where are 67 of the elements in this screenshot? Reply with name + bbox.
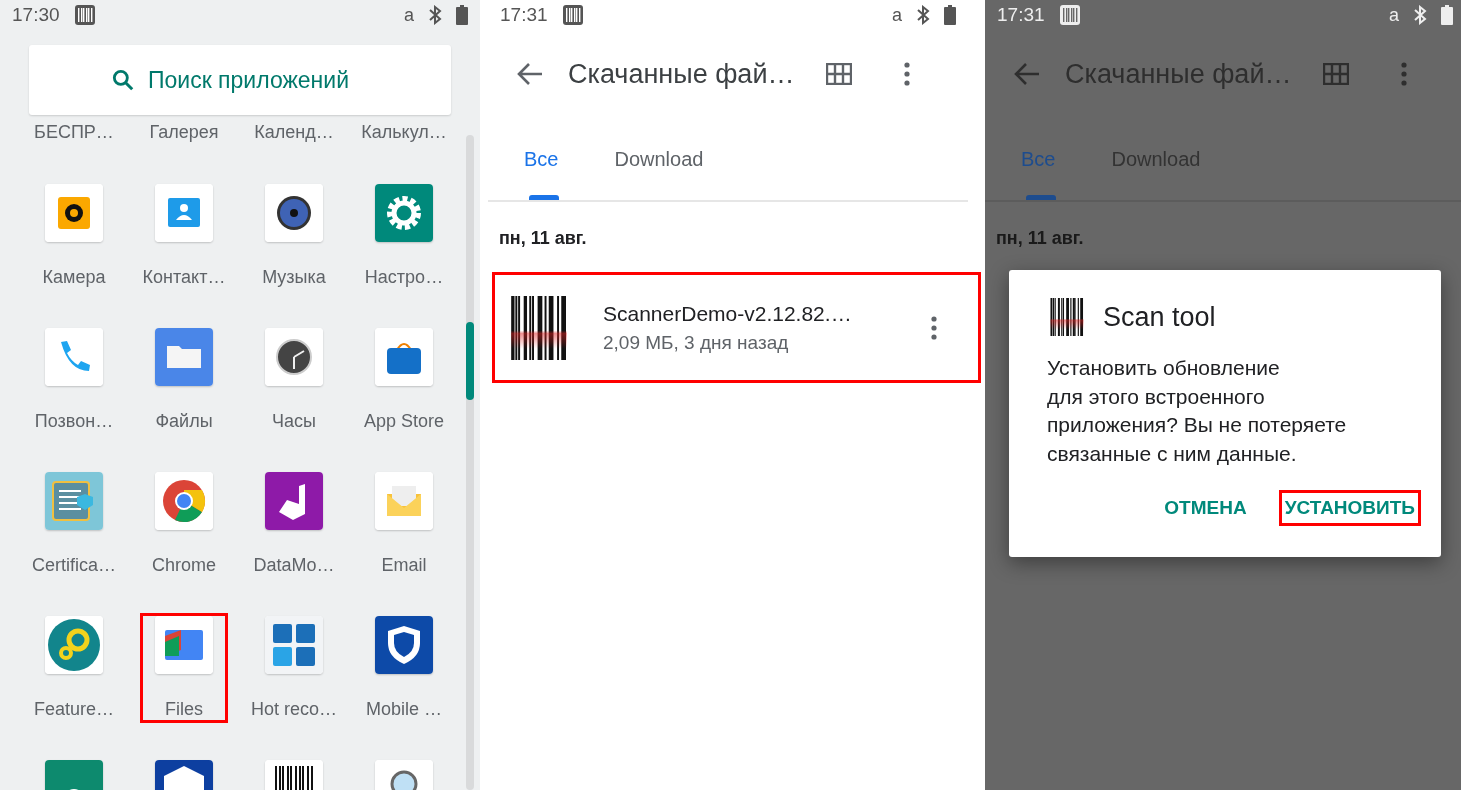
barcode-icon: [511, 295, 567, 360]
app-label[interactable]: Галерея: [149, 121, 219, 143]
app-icon[interactable]: [375, 616, 433, 674]
bluetooth-icon: [1413, 5, 1427, 25]
date-header: пн, 11 авг.: [498, 227, 588, 250]
back-button[interactable]: [1013, 62, 1041, 86]
scanner-icon: [73, 4, 96, 26]
app-label[interactable]: Mobile …: [366, 698, 442, 720]
app-label[interactable]: Календ…: [254, 121, 334, 143]
search-icon: [110, 67, 136, 93]
scanner-icon: [561, 4, 584, 26]
dialog-message: Установить обновление для этого встроенного приложения? Вы не потеряете связанные с ним данные.: [1047, 355, 1348, 467]
bluetooth-icon: [428, 5, 442, 25]
app-label[interactable]: Позвон…: [34, 410, 114, 432]
app-label[interactable]: Certifica…: [32, 554, 116, 576]
app-label[interactable]: Камера: [42, 266, 106, 288]
app-label[interactable]: Настро…: [364, 266, 444, 288]
keyboard-indicator: a: [892, 4, 902, 26]
grid-view-button[interactable]: [826, 63, 852, 85]
tab[interactable]: Download: [614, 118, 704, 200]
grid-view-button[interactable]: [1323, 63, 1349, 85]
file-row[interactable]: ScannerDemo-v2.12.82.… 2,09 МБ, 3 дня назад: [492, 272, 981, 383]
scrollbar-thumb[interactable]: [466, 322, 474, 400]
app-label[interactable]: Контакт…: [142, 266, 226, 288]
app-label[interactable]: Музыка: [262, 266, 326, 288]
app-label[interactable]: Файлы: [155, 410, 213, 432]
app-icon[interactable]: [265, 184, 323, 242]
bluetooth-icon: [916, 5, 930, 25]
dialog-button[interactable]: ОТМЕНА: [1158, 490, 1253, 526]
status-time: 17:30: [12, 4, 60, 26]
battery-icon: [1441, 5, 1453, 25]
toolbar-title: Скачанные фай…: [1065, 58, 1293, 90]
app-label[interactable]: Калькул…: [361, 121, 447, 143]
app-label[interactable]: Email: [381, 554, 427, 576]
status-time: 17:31: [500, 4, 548, 26]
battery-icon: [456, 5, 468, 25]
file-name: ScannerDemo-v2.12.82.…: [603, 301, 853, 326]
tab[interactable]: Все: [524, 118, 559, 200]
app-label[interactable]: БЕСПР…: [34, 121, 114, 143]
scanner-icon: [1058, 4, 1081, 26]
dialog-button[interactable]: УСТАНОВИТЬ: [1278, 490, 1421, 526]
more-options-button[interactable]: [931, 315, 937, 340]
more-options-button[interactable]: [904, 62, 910, 86]
dialog-title: Scan tool: [1103, 301, 1216, 333]
search-field[interactable]: Поиск приложений: [148, 66, 370, 94]
app-label[interactable]: Hot reco…: [251, 698, 337, 720]
date-header: пн, 11 авг.: [995, 227, 1085, 250]
file-details: 2,09 МБ, 3 дня назад: [603, 331, 790, 354]
search-bar[interactable]: Поиск приложений: [29, 45, 451, 115]
app-label[interactable]: Часы: [272, 410, 316, 432]
toolbar-title: Скачанные фай…: [568, 58, 796, 90]
app-label[interactable]: Files: [165, 698, 203, 720]
keyboard-indicator: a: [404, 4, 414, 26]
battery-icon: [944, 5, 956, 25]
app-label[interactable]: Chrome: [152, 554, 216, 576]
status-time: 17:31: [997, 4, 1045, 26]
more-options-button[interactable]: [1401, 62, 1407, 86]
app-icon[interactable]: [265, 472, 323, 530]
app-icon[interactable]: [265, 328, 323, 386]
back-button[interactable]: [516, 62, 544, 86]
barcode-icon: [1047, 298, 1087, 336]
app-label[interactable]: Feature…: [34, 698, 115, 720]
app-label[interactable]: DataMo…: [253, 554, 335, 576]
app-icon[interactable]: [45, 184, 103, 242]
app-label[interactable]: App Store: [363, 410, 445, 432]
keyboard-indicator: a: [1389, 4, 1399, 26]
scrollbar[interactable]: [466, 135, 474, 790]
